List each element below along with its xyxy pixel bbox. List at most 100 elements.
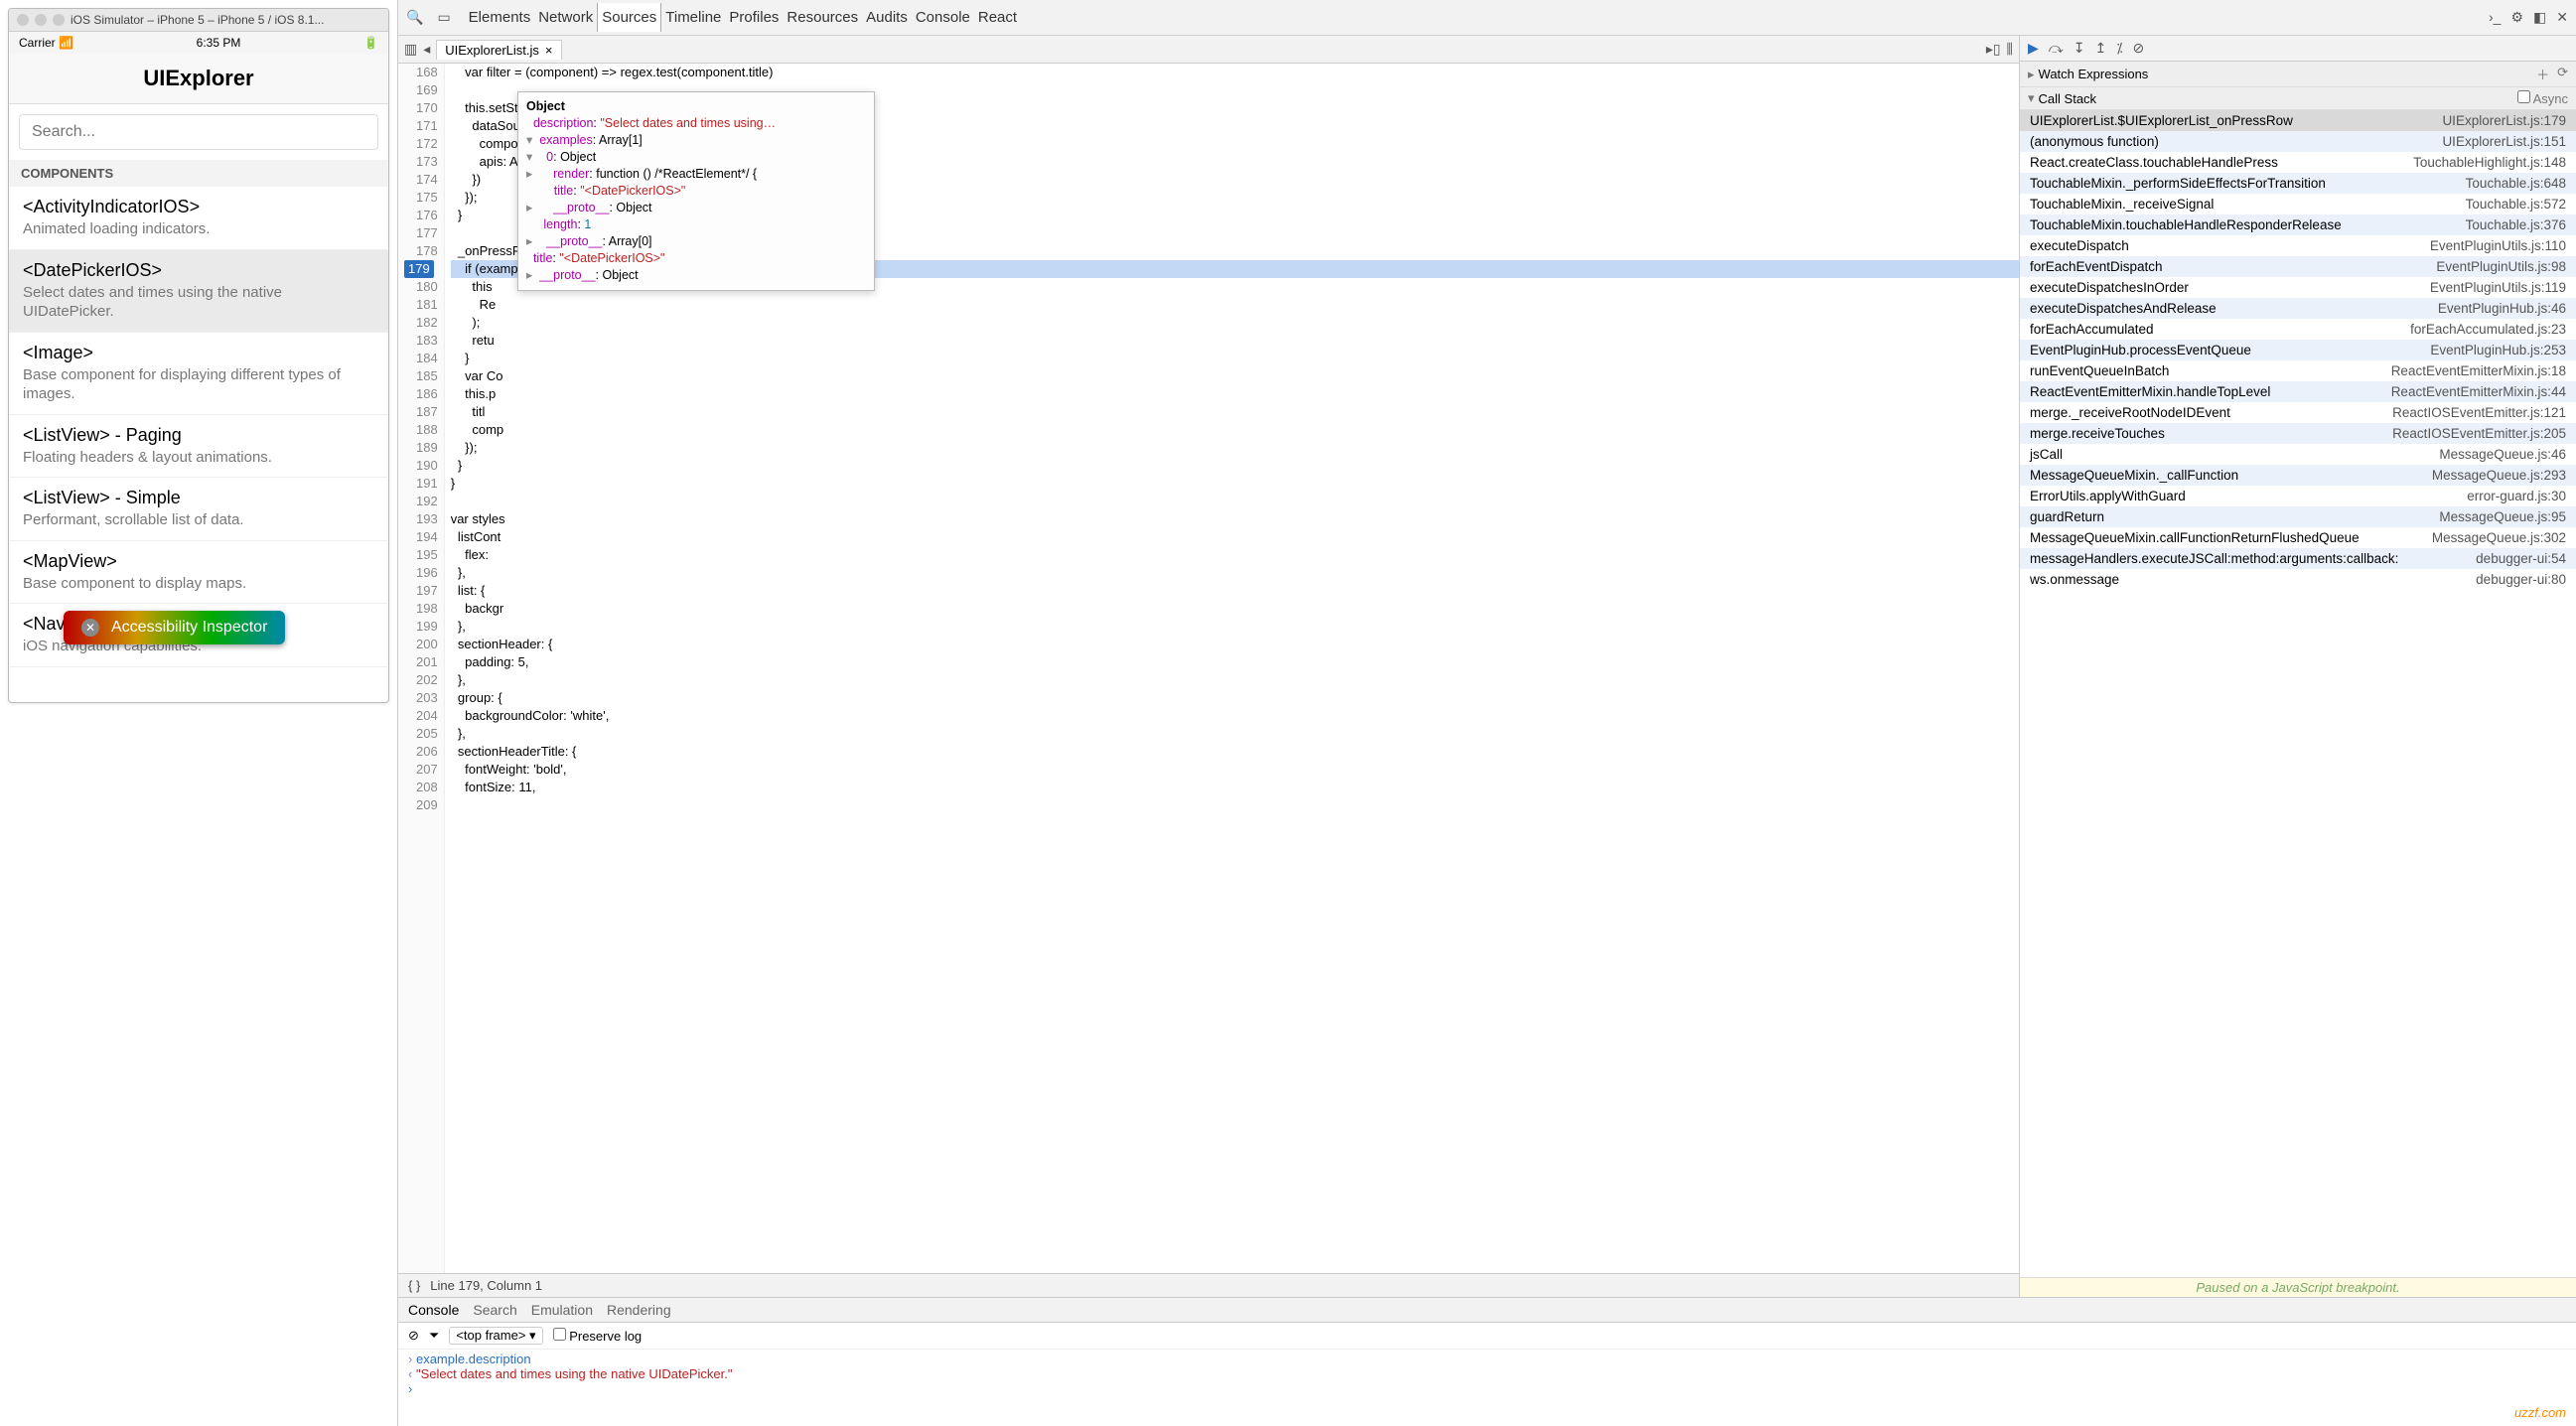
dock-icon[interactable]: ◧ bbox=[2533, 9, 2546, 26]
stack-frame[interactable]: messageHandlers.executeJSCall:method:arg… bbox=[2020, 548, 2576, 569]
drawer-toggle-icon[interactable]: ›_ bbox=[2489, 9, 2501, 26]
close-traffic-light[interactable] bbox=[17, 14, 29, 26]
play-icon[interactable]: ▸▯ bbox=[1986, 41, 2001, 58]
top-tab-console[interactable]: Console bbox=[912, 3, 974, 32]
pause-exceptions-icon[interactable]: ⊘ bbox=[2133, 40, 2145, 57]
close-icon[interactable]: ✕ bbox=[2556, 9, 2568, 26]
stack-frame-fn: executeDispatchesAndRelease bbox=[2030, 301, 2217, 316]
list-item[interactable]: <Image>Base component for displaying dif… bbox=[9, 333, 388, 415]
drawer-tab-rendering[interactable]: Rendering bbox=[607, 1302, 671, 1318]
stack-frame[interactable]: merge._receiveRootNodeIDEventReactIOSEve… bbox=[2020, 402, 2576, 423]
resume-icon[interactable]: ▶ bbox=[2028, 40, 2039, 57]
stack-frame-fn: ReactEventEmitterMixin.handleTopLevel bbox=[2030, 384, 2270, 399]
deactivate-breakpoints-icon[interactable]: ⁒ bbox=[2116, 40, 2122, 57]
gear-icon[interactable]: ⚙ bbox=[2510, 9, 2523, 26]
code-editor[interactable]: 1681691701711721731741751761771781791801… bbox=[398, 64, 2019, 1273]
stack-frame[interactable]: jsCallMessageQueue.js:46 bbox=[2020, 444, 2576, 465]
call-stack-list[interactable]: UIExplorerList.$UIExplorerList_onPressRo… bbox=[2020, 110, 2576, 1277]
stack-frame-fn: ErrorUtils.applyWithGuard bbox=[2030, 489, 2186, 503]
filter-icon[interactable]: ⏷ bbox=[429, 1328, 439, 1344]
braces-icon[interactable]: { } bbox=[408, 1278, 420, 1293]
stack-frame-fn: merge._receiveRootNodeIDEvent bbox=[2030, 405, 2230, 420]
stack-frame[interactable]: (anonymous function)UIExplorerList.js:15… bbox=[2020, 131, 2576, 152]
list-item[interactable]: <MapView>Base component to display maps. bbox=[9, 541, 388, 605]
page-title: UIExplorer bbox=[9, 66, 388, 91]
stack-frame[interactable]: React.createClass.touchableHandlePressTo… bbox=[2020, 152, 2576, 173]
stack-frame[interactable]: guardReturnMessageQueue.js:95 bbox=[2020, 506, 2576, 527]
stack-frame[interactable]: executeDispatchesInOrderEventPluginUtils… bbox=[2020, 277, 2576, 298]
stack-frame-fn: TouchableMixin._receiveSignal bbox=[2030, 197, 2214, 212]
split-icon[interactable]: ⫼ bbox=[2007, 41, 2013, 58]
preserve-log-checkbox[interactable] bbox=[553, 1328, 566, 1341]
watch-expressions-header[interactable]: ▸Watch Expressions ＋⟳ bbox=[2020, 62, 2576, 87]
stack-frame-fn: EventPluginHub.processEventQueue bbox=[2030, 343, 2251, 357]
stack-frame[interactable]: TouchableMixin.touchableHandleResponderR… bbox=[2020, 214, 2576, 235]
stack-frame[interactable]: merge.receiveTouchesReactIOSEventEmitter… bbox=[2020, 423, 2576, 444]
zoom-traffic-light[interactable] bbox=[53, 14, 65, 26]
stack-frame[interactable]: executeDispatchEventPluginUtils.js:110 bbox=[2020, 235, 2576, 256]
accessibility-inspector-badge[interactable]: ✕ Accessibility Inspector bbox=[64, 611, 285, 644]
stack-frame-loc: debugger-ui:54 bbox=[2476, 551, 2566, 566]
stack-frame[interactable]: EventPluginHub.processEventQueueEventPlu… bbox=[2020, 340, 2576, 360]
top-tab-profiles[interactable]: Profiles bbox=[725, 3, 783, 32]
list-item[interactable]: <ActivityIndicatorIOS>Animated loading i… bbox=[9, 187, 388, 250]
stack-frame[interactable]: TouchableMixin._performSideEffectsForTra… bbox=[2020, 173, 2576, 194]
frame-selector[interactable]: <top frame> ▾ bbox=[449, 1327, 542, 1345]
close-icon[interactable]: ✕ bbox=[81, 619, 99, 637]
call-stack-header[interactable]: ▾Call Stack Async bbox=[2020, 87, 2576, 110]
simulator-titlebar: iOS Simulator – iPhone 5 – iPhone 5 / iO… bbox=[9, 9, 388, 32]
stack-frame[interactable]: ErrorUtils.applyWithGuarderror-guard.js:… bbox=[2020, 486, 2576, 506]
stack-frame[interactable]: UIExplorerList.$UIExplorerList_onPressRo… bbox=[2020, 110, 2576, 131]
stack-frame-loc: EventPluginUtils.js:98 bbox=[2436, 259, 2566, 274]
stack-frame-loc: UIExplorerList.js:179 bbox=[2442, 113, 2566, 128]
navigator-toggle-icon[interactable]: ▥ bbox=[404, 41, 417, 58]
stack-frame-loc: UIExplorerList.js:151 bbox=[2442, 134, 2566, 149]
list-item[interactable]: <ListView> - SimplePerformant, scrollabl… bbox=[9, 478, 388, 541]
stack-frame[interactable]: ws.onmessage debugger-ui:80 bbox=[2020, 569, 2576, 590]
top-tab-react[interactable]: React bbox=[974, 3, 1021, 32]
clear-console-icon[interactable]: ⊘ bbox=[408, 1328, 419, 1344]
stack-frame[interactable]: ReactEventEmitterMixin.handleTopLevelRea… bbox=[2020, 381, 2576, 402]
step-out-icon[interactable]: ↥ bbox=[2094, 40, 2106, 57]
search-icon[interactable]: 🔍 bbox=[406, 9, 423, 26]
top-tab-timeline[interactable]: Timeline bbox=[661, 3, 725, 32]
top-tab-network[interactable]: Network bbox=[534, 3, 597, 32]
top-tab-elements[interactable]: Elements bbox=[465, 3, 535, 32]
top-tab-sources[interactable]: Sources bbox=[597, 3, 661, 32]
chevron-left-icon[interactable]: ◂ bbox=[423, 41, 430, 58]
minimize-traffic-light[interactable] bbox=[35, 14, 47, 26]
stack-frame[interactable]: runEventQueueInBatchReactEventEmitterMix… bbox=[2020, 360, 2576, 381]
top-tab-resources[interactable]: Resources bbox=[783, 3, 862, 32]
step-into-icon[interactable]: ↧ bbox=[2074, 40, 2085, 57]
nav-bar: UIExplorer bbox=[9, 54, 388, 104]
stack-frame[interactable]: forEachEventDispatch EventPluginUtils.js:… bbox=[2020, 256, 2576, 277]
async-checkbox[interactable] bbox=[2517, 90, 2530, 103]
add-icon[interactable]: ＋ bbox=[2536, 65, 2549, 83]
device-icon[interactable]: ▭ bbox=[437, 9, 450, 26]
stack-frame-fn: React.createClass.touchableHandlePress bbox=[2030, 155, 2278, 170]
drawer-tab-search[interactable]: Search bbox=[473, 1302, 516, 1318]
file-tab[interactable]: UIExplorerList.js × bbox=[436, 40, 561, 60]
stack-frame-fn: ws.onmessage bbox=[2030, 572, 2119, 587]
close-icon[interactable]: × bbox=[545, 43, 553, 58]
stack-frame[interactable]: MessageQueueMixin._callFunctionMessageQu… bbox=[2020, 465, 2576, 486]
drawer-tab-console[interactable]: Console bbox=[408, 1302, 459, 1318]
top-tab-audits[interactable]: Audits bbox=[862, 3, 912, 32]
stack-frame[interactable]: executeDispatchesAndReleaseEventPluginHu… bbox=[2020, 298, 2576, 319]
section-header: COMPONENTS bbox=[9, 160, 388, 187]
stack-frame[interactable]: TouchableMixin._receiveSignal Touchable.j… bbox=[2020, 194, 2576, 214]
console-output[interactable]: › example.description‹ "Select dates and… bbox=[398, 1350, 2576, 1426]
stack-frame-loc: Touchable.js:572 bbox=[2466, 197, 2566, 212]
drawer-tab-emulation[interactable]: Emulation bbox=[531, 1302, 593, 1318]
list-item[interactable]: <ListView> - PagingFloating headers & la… bbox=[9, 415, 388, 479]
stack-frame-loc: debugger-ui:80 bbox=[2476, 572, 2566, 587]
stack-frame[interactable]: MessageQueueMixin.callFunctionReturnFlus… bbox=[2020, 527, 2576, 548]
list-item[interactable]: <DatePickerIOS>Select dates and times us… bbox=[9, 250, 388, 333]
stack-frame-fn: forEachEventDispatch bbox=[2030, 259, 2163, 274]
search-input[interactable] bbox=[19, 114, 378, 150]
ios-simulator-window: iOS Simulator – iPhone 5 – iPhone 5 / iO… bbox=[8, 8, 389, 703]
step-over-icon[interactable]: ⤼ bbox=[2049, 40, 2064, 57]
stack-frame[interactable]: forEachAccumulatedforEachAccumulated.js:… bbox=[2020, 319, 2576, 340]
refresh-icon[interactable]: ⟳ bbox=[2557, 65, 2568, 83]
stack-frame-fn: guardReturn bbox=[2030, 509, 2104, 524]
